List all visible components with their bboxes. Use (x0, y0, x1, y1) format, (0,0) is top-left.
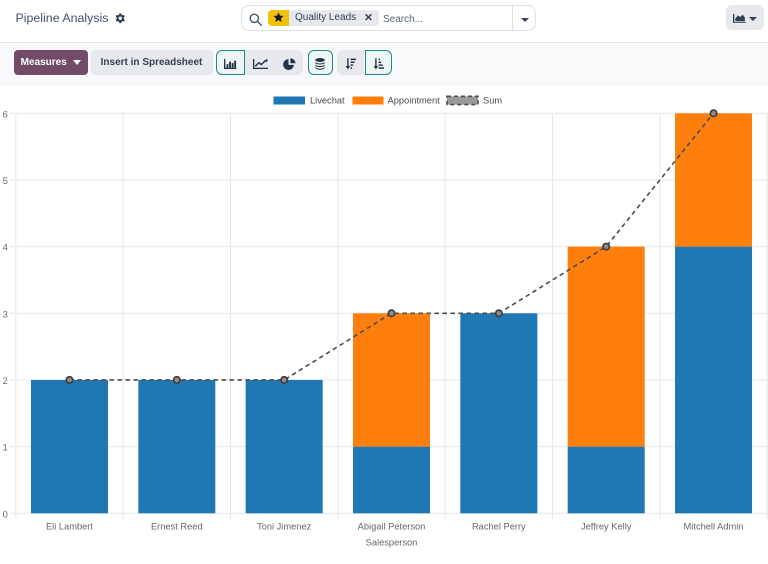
svg-text:1: 1 (3, 443, 8, 453)
svg-text:Livechat: Livechat (310, 96, 345, 106)
svg-text:Jeffrey Kelly: Jeffrey Kelly (581, 522, 632, 532)
svg-text:0: 0 (3, 509, 8, 519)
svg-text:Toni Jimenez: Toni Jimenez (257, 522, 312, 532)
svg-text:Ernest Reed: Ernest Reed (151, 522, 203, 532)
svg-text:Abigail Peterson: Abigail Peterson (358, 522, 426, 532)
svg-text:Mitchell Admin: Mitchell Admin (684, 522, 744, 532)
svg-text:5: 5 (3, 176, 8, 186)
svg-text:Sum: Sum (483, 96, 502, 106)
svg-text:2: 2 (3, 376, 8, 386)
svg-text:6: 6 (3, 109, 8, 119)
svg-text:4: 4 (3, 243, 8, 253)
svg-text:Rachel Perry: Rachel Perry (472, 522, 526, 532)
svg-text:Eli Lambert: Eli Lambert (46, 522, 93, 532)
svg-text:3: 3 (3, 309, 8, 319)
svg-text:Salesperson: Salesperson (366, 538, 418, 548)
svg-text:Appointment: Appointment (388, 96, 441, 106)
